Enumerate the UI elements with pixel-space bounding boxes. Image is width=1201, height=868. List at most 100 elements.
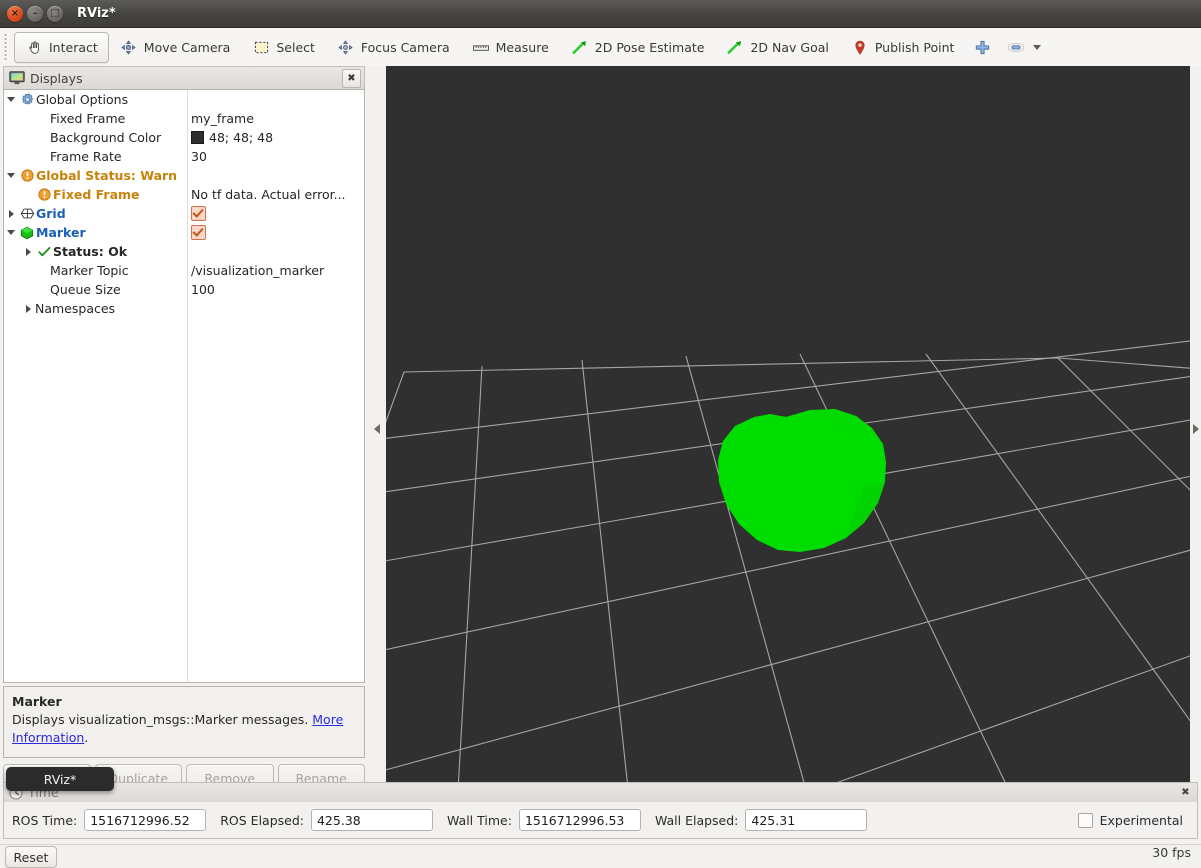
chevron-right-icon[interactable] bbox=[21, 299, 35, 318]
chevron-right-icon[interactable] bbox=[4, 204, 18, 223]
tree-value[interactable]: 30 bbox=[191, 149, 207, 164]
tool-measure[interactable]: Measure bbox=[461, 32, 560, 63]
tree-value-wrapper[interactable]: 48; 48; 48 bbox=[191, 130, 273, 145]
tree-row-namespaces[interactable]: Namespaces bbox=[4, 299, 364, 318]
tree-spacer-icon bbox=[32, 109, 50, 128]
add-tool-button[interactable] bbox=[965, 32, 999, 63]
move-camera-icon bbox=[120, 40, 138, 56]
chevron-right-icon[interactable] bbox=[21, 242, 35, 261]
tool-publish-point[interactable]: Publish Point bbox=[840, 32, 966, 63]
tree-spacer-icon bbox=[32, 128, 50, 147]
tree-row-marker-status[interactable]: Status: Ok bbox=[4, 242, 364, 261]
chevron-down-icon[interactable] bbox=[4, 90, 18, 109]
wall-time-input[interactable] bbox=[518, 809, 641, 831]
tree-value[interactable]: 100 bbox=[191, 282, 215, 297]
viewport-scene bbox=[386, 66, 1190, 786]
tool-2d-pose-estimate[interactable]: 2D Pose Estimate bbox=[560, 32, 716, 63]
window-minimize-button[interactable]: – bbox=[27, 5, 43, 22]
rviz-window: × – □ RViz* Interact Move Camera Select … bbox=[0, 0, 1201, 868]
tree-row-queue-size[interactable]: Queue Size 100 bbox=[4, 280, 364, 299]
displays-tree[interactable]: Global Options Fixed Frame my_frame Back… bbox=[3, 89, 365, 683]
tooltip-text: RViz* bbox=[43, 771, 77, 787]
focus-camera-icon bbox=[337, 40, 355, 56]
tree-row-global-status[interactable]: Global Status: Warn bbox=[4, 166, 364, 185]
tool-interact-label: Interact bbox=[49, 40, 98, 55]
tree-spacer-icon bbox=[32, 261, 50, 280]
tool-select[interactable]: Select bbox=[241, 32, 326, 63]
window-controls: × – □ bbox=[0, 5, 63, 22]
window-close-button[interactable]: × bbox=[7, 5, 23, 22]
tree-label: Global Status: Warn bbox=[36, 168, 178, 183]
tool-move-camera[interactable]: Move Camera bbox=[109, 32, 242, 63]
time-panel: Time ✖ ROS Time: ROS Elapsed: Wall Time:… bbox=[0, 782, 1201, 844]
render-viewport-3d[interactable] bbox=[386, 66, 1190, 786]
marker-enabled-checkbox[interactable] bbox=[191, 225, 206, 240]
display-description: Marker Displays visualization_msgs::Mark… bbox=[3, 686, 365, 758]
reset-button[interactable]: Reset bbox=[5, 846, 57, 868]
tree-value: No tf data. Actual error... bbox=[191, 187, 346, 202]
wall-elapsed-label: Wall Elapsed: bbox=[654, 812, 739, 828]
wall-time-label: Wall Time: bbox=[446, 812, 512, 828]
tree-value-wrapper[interactable] bbox=[191, 225, 206, 240]
tool-interact[interactable]: Interact bbox=[14, 32, 109, 63]
tool-focus-camera[interactable]: Focus Camera bbox=[326, 32, 461, 63]
blue-plus-icon bbox=[973, 40, 991, 56]
monitor-icon bbox=[8, 71, 25, 86]
displays-dock-title: Displays bbox=[30, 70, 83, 86]
experimental-toggle[interactable]: Experimental bbox=[1077, 812, 1183, 828]
close-icon: ✖ bbox=[1181, 787, 1190, 798]
window-maximize-button[interactable]: □ bbox=[47, 5, 63, 22]
ruler-icon bbox=[472, 40, 490, 56]
reset-button-label: Reset bbox=[13, 849, 49, 865]
experimental-checkbox[interactable] bbox=[1077, 812, 1093, 828]
tree-row-global-options[interactable]: Global Options bbox=[4, 90, 364, 109]
tree-label: Namespaces bbox=[35, 301, 116, 316]
hand-cursor-icon bbox=[25, 40, 43, 56]
main-area: Displays ✖ Global Options Fixed Frame my… bbox=[0, 66, 1201, 792]
chevron-down-icon[interactable] bbox=[4, 223, 18, 242]
maximize-icon: □ bbox=[50, 7, 60, 19]
description-title: Marker bbox=[12, 694, 62, 709]
right-panel-splitter[interactable] bbox=[1190, 66, 1201, 792]
tree-label: Fixed Frame bbox=[50, 111, 126, 126]
collapse-left-arrow-icon[interactable] bbox=[374, 424, 380, 434]
window-tooltip: RViz* bbox=[6, 767, 114, 791]
time-panel-close-button[interactable]: ✖ bbox=[1178, 785, 1193, 800]
tree-value-wrapper[interactable] bbox=[191, 206, 206, 221]
close-icon: × bbox=[10, 7, 20, 19]
green-arrow-icon bbox=[571, 40, 589, 56]
wall-elapsed-field: Wall Elapsed: bbox=[654, 809, 868, 831]
tree-row-background-color[interactable]: Background Color 48; 48; 48 bbox=[4, 128, 364, 147]
tree-row-marker[interactable]: Marker bbox=[4, 223, 364, 242]
displays-dock-titlebar: Displays ✖ bbox=[3, 66, 365, 89]
tree-row-marker-topic[interactable]: Marker Topic /visualization_marker bbox=[4, 261, 364, 280]
chevron-down-icon[interactable] bbox=[4, 166, 18, 185]
tree-row-fixed-frame[interactable]: Fixed Frame my_frame bbox=[4, 109, 364, 128]
chevron-down-icon[interactable] bbox=[1033, 45, 1042, 50]
wall-elapsed-input[interactable] bbox=[745, 809, 868, 831]
ros-time-label: ROS Time: bbox=[12, 812, 78, 828]
grid-enabled-checkbox[interactable] bbox=[191, 206, 206, 221]
tool-2d-nav-goal[interactable]: 2D Nav Goal bbox=[715, 32, 839, 63]
collapse-right-arrow-icon[interactable] bbox=[1192, 424, 1199, 434]
tool-2d-pose-estimate-label: 2D Pose Estimate bbox=[594, 40, 705, 55]
tool-publish-point-label: Publish Point bbox=[874, 40, 955, 55]
tree-row-status-fixed-frame[interactable]: Fixed Frame No tf data. Actual error... bbox=[4, 185, 364, 204]
tree-row-grid[interactable]: Grid bbox=[4, 204, 364, 223]
map-pin-icon bbox=[851, 40, 869, 56]
experimental-label: Experimental bbox=[1099, 812, 1183, 828]
ros-elapsed-input[interactable] bbox=[310, 809, 433, 831]
toolbar-drag-handle[interactable] bbox=[2, 33, 11, 62]
tree-value[interactable]: my_frame bbox=[191, 111, 254, 126]
tree-row-frame-rate[interactable]: Frame Rate 30 bbox=[4, 147, 364, 166]
remove-tool-button[interactable] bbox=[999, 32, 1049, 63]
tree-value[interactable]: /visualization_marker bbox=[191, 263, 324, 278]
displays-close-button[interactable]: ✖ bbox=[342, 69, 361, 88]
left-panel-splitter[interactable] bbox=[368, 66, 386, 792]
time-panel-body: ROS Time: ROS Elapsed: Wall Time: Wall E… bbox=[3, 802, 1198, 839]
ros-time-input[interactable] bbox=[84, 809, 207, 831]
